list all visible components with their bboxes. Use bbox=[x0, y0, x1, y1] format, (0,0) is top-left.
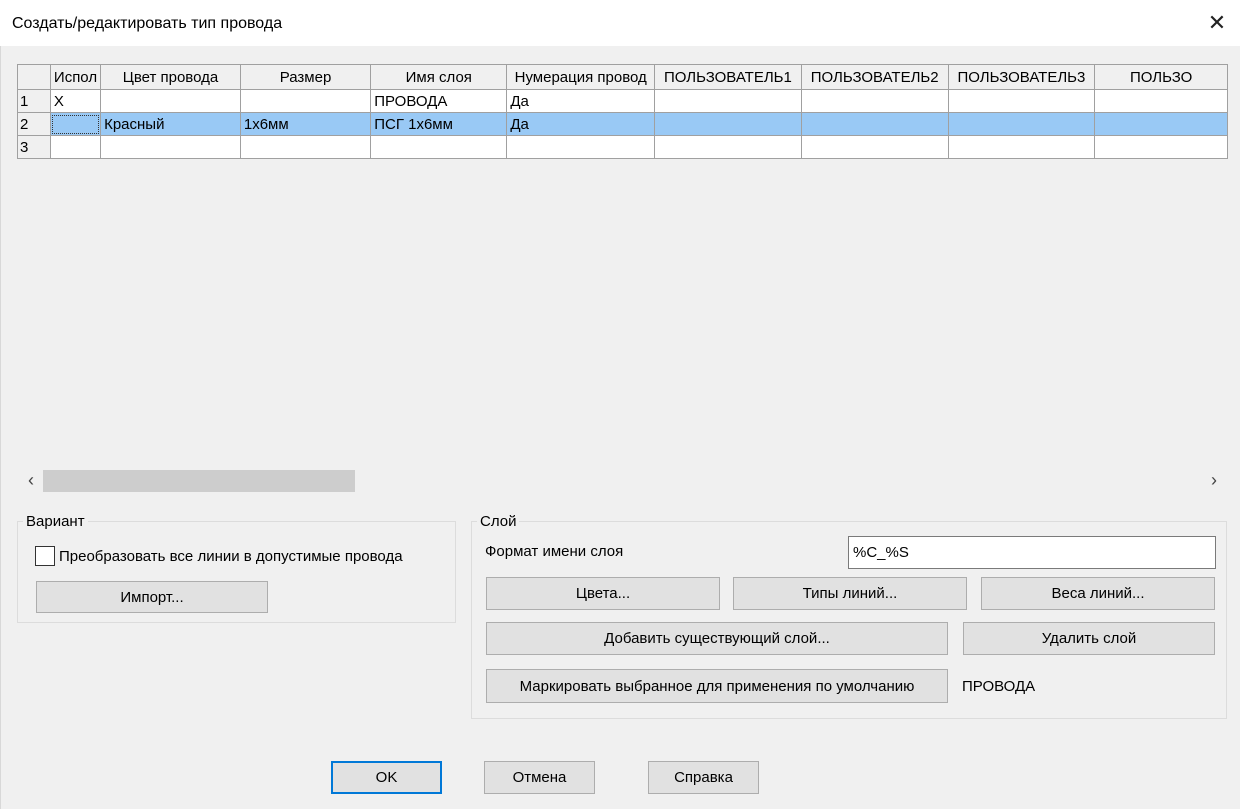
table-cell[interactable] bbox=[947, 135, 1096, 159]
table-cell[interactable] bbox=[100, 89, 241, 113]
table-cell[interactable]: Да bbox=[506, 112, 656, 136]
column-header-use[interactable]: Испол bbox=[49, 64, 102, 90]
table-cell[interactable] bbox=[654, 135, 802, 159]
table-cell[interactable] bbox=[947, 112, 1096, 136]
table-row[interactable]: 3 bbox=[17, 135, 1228, 159]
table-row-selected[interactable]: 2 Красный 1x6мм ПСГ 1x6мм Да bbox=[17, 112, 1228, 136]
table-cell[interactable]: ПРОВОДА bbox=[370, 89, 508, 113]
column-header-size[interactable]: Размер bbox=[239, 64, 372, 90]
layer-format-label: Формат имени слоя bbox=[485, 543, 624, 560]
ok-button[interactable]: OK bbox=[331, 761, 442, 794]
horizontal-scrollbar[interactable]: ‹ › bbox=[17, 468, 1228, 494]
row-number[interactable]: 3 bbox=[17, 135, 51, 159]
row-number[interactable]: 1 bbox=[17, 89, 51, 113]
table-cell[interactable] bbox=[800, 135, 949, 159]
help-button[interactable]: Справка bbox=[648, 761, 759, 794]
delete-layer-button[interactable]: Удалить слой bbox=[963, 622, 1215, 655]
import-button[interactable]: Импорт... bbox=[36, 581, 268, 613]
header-row: Испол Цвет провода Размер Имя слоя Нумер… bbox=[17, 64, 1228, 90]
convert-lines-checkbox[interactable] bbox=[35, 546, 55, 566]
close-button[interactable]: ✕ bbox=[1194, 0, 1240, 46]
table-cell[interactable] bbox=[800, 112, 949, 136]
table-cell[interactable] bbox=[239, 135, 372, 159]
column-header-user3[interactable]: ПОЛЬЗОВАТЕЛЬ3 bbox=[947, 64, 1096, 90]
variant-group-label: Вариант bbox=[23, 513, 88, 530]
lineweights-button[interactable]: Веса линий... bbox=[981, 577, 1215, 610]
chevron-right-icon[interactable]: › bbox=[1204, 470, 1224, 490]
convert-lines-label: Преобразовать все линии в допустимые про… bbox=[59, 548, 403, 565]
column-header-wire-numbering[interactable]: Нумерация провод bbox=[506, 64, 656, 90]
colors-button[interactable]: Цвета... bbox=[486, 577, 720, 610]
table-cell[interactable] bbox=[49, 135, 102, 159]
table-cell[interactable] bbox=[1094, 89, 1228, 113]
table-cell[interactable]: 1x6мм bbox=[239, 112, 372, 136]
table-cell[interactable] bbox=[654, 89, 802, 113]
table-cell[interactable]: Красный bbox=[100, 112, 241, 136]
table-cell[interactable] bbox=[100, 135, 241, 159]
scrollbar-thumb[interactable] bbox=[43, 470, 355, 492]
column-header-user4[interactable]: ПОЛЬЗО bbox=[1094, 64, 1228, 90]
add-existing-layer-button[interactable]: Добавить существующий слой... bbox=[486, 622, 948, 655]
column-header-layer-name[interactable]: Имя слоя bbox=[370, 64, 508, 90]
table-cell[interactable]: X bbox=[49, 89, 102, 113]
linetypes-button[interactable]: Типы линий... bbox=[733, 577, 967, 610]
chevron-left-icon[interactable]: ‹ bbox=[21, 470, 41, 490]
column-header-wire-color[interactable]: Цвет провода bbox=[100, 64, 241, 90]
layer-format-input[interactable] bbox=[848, 536, 1216, 569]
default-layer-value: ПРОВОДА bbox=[962, 678, 1036, 695]
layer-group-label: Слой bbox=[477, 513, 520, 530]
table-cell[interactable]: ПСГ 1x6мм bbox=[370, 112, 508, 136]
row-number[interactable]: 2 bbox=[17, 112, 51, 136]
cancel-button[interactable]: Отмена bbox=[484, 761, 595, 794]
table-cell[interactable] bbox=[1094, 112, 1228, 136]
wire-type-table: Испол Цвет провода Размер Имя слоя Нумер… bbox=[17, 64, 1228, 159]
table-cell-active[interactable] bbox=[49, 112, 102, 136]
corner-header[interactable] bbox=[17, 64, 51, 90]
title-bar: Создать/редактировать тип провода ✕ bbox=[0, 0, 1240, 46]
table-cell[interactable] bbox=[370, 135, 508, 159]
window-border bbox=[0, 46, 1, 809]
column-header-user1[interactable]: ПОЛЬЗОВАТЕЛЬ1 bbox=[654, 64, 802, 90]
table-row[interactable]: 1 X ПРОВОДА Да bbox=[17, 89, 1228, 113]
table-cell[interactable] bbox=[800, 89, 949, 113]
table-cell[interactable] bbox=[239, 89, 372, 113]
table-cell[interactable] bbox=[654, 112, 802, 136]
table-cell[interactable] bbox=[506, 135, 656, 159]
mark-default-button[interactable]: Маркировать выбранное для применения по … bbox=[486, 669, 948, 703]
column-header-user2[interactable]: ПОЛЬЗОВАТЕЛЬ2 bbox=[800, 64, 949, 90]
close-icon: ✕ bbox=[1207, 10, 1227, 35]
table-cell[interactable]: Да bbox=[506, 89, 656, 113]
table-cell[interactable] bbox=[947, 89, 1096, 113]
table-cell[interactable] bbox=[1094, 135, 1228, 159]
window-title: Создать/редактировать тип провода bbox=[12, 15, 283, 32]
wire-type-grid[interactable]: Испол Цвет провода Размер Имя слоя Нумер… bbox=[17, 64, 1228, 466]
